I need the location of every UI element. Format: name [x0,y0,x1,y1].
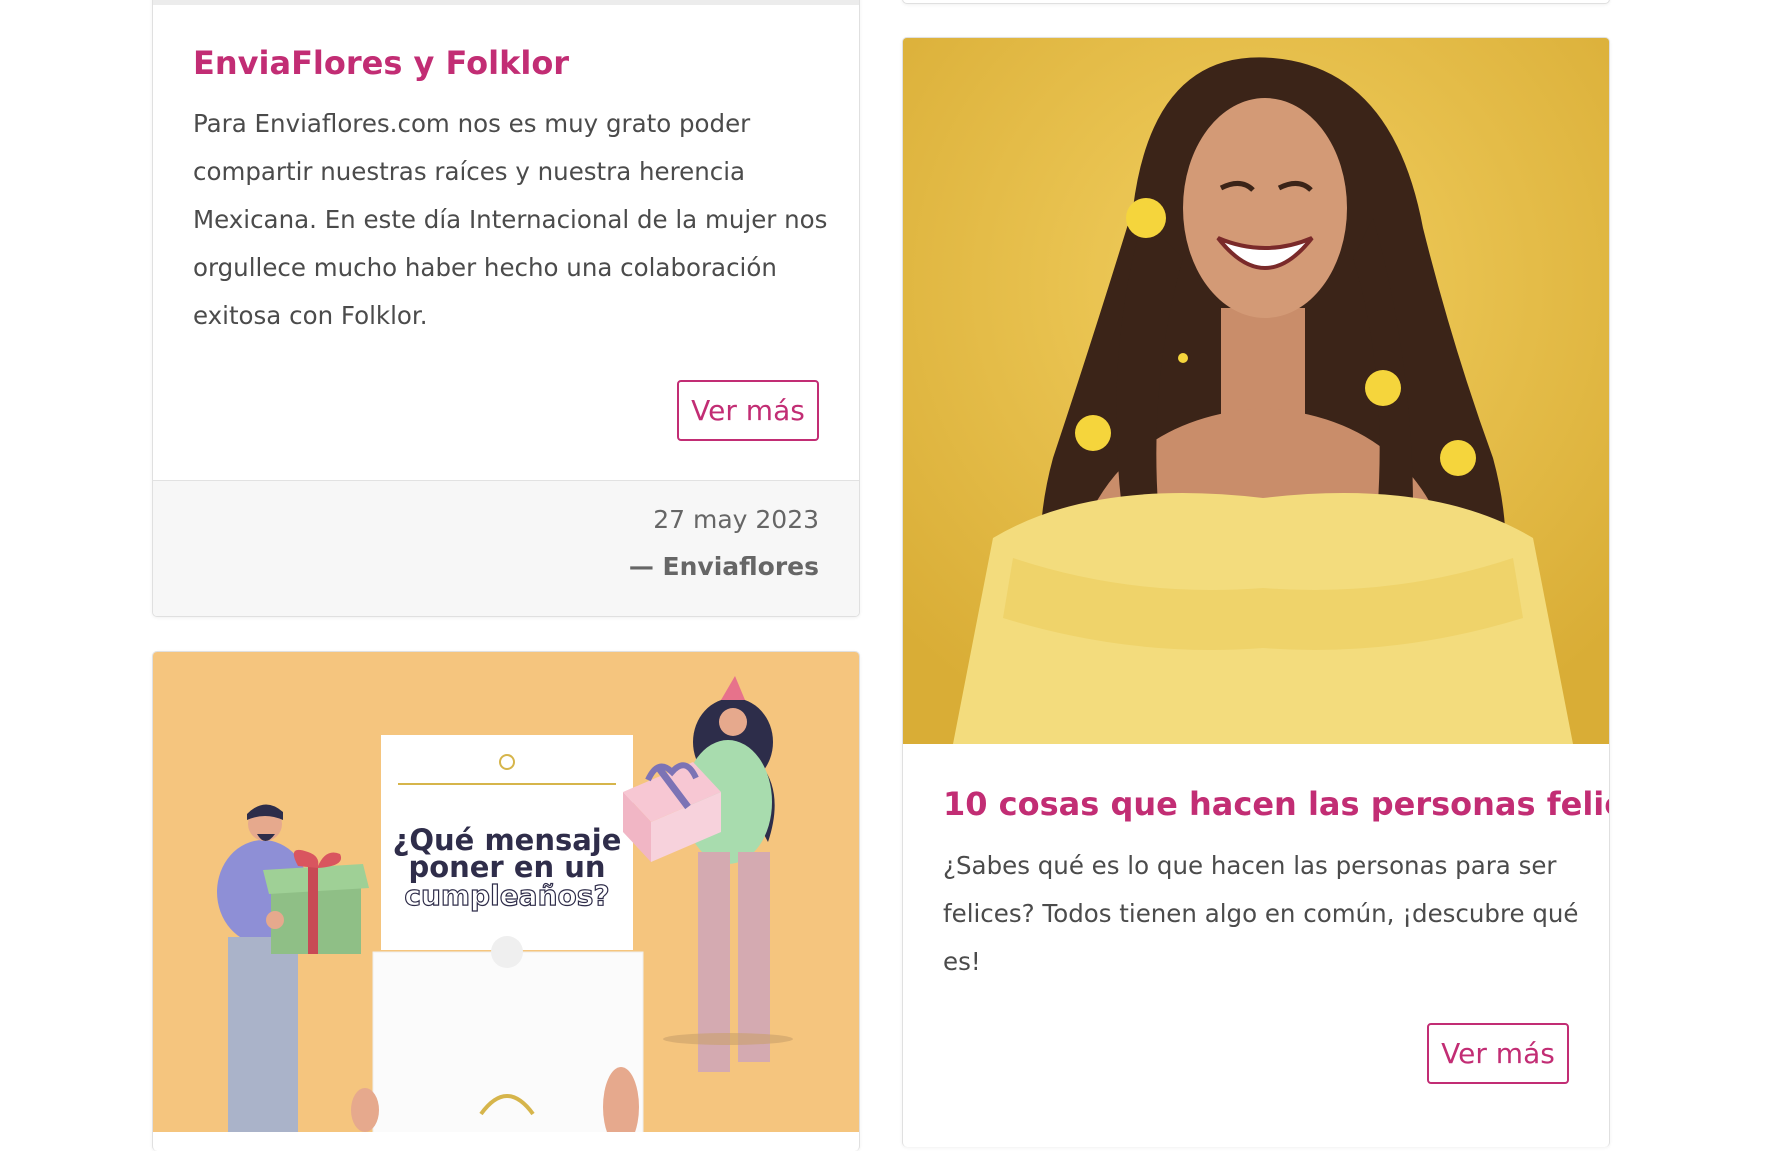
happy-woman-photo [903,38,1609,744]
flower-icon [1440,440,1476,476]
card-image-edge [153,0,859,5]
post-title[interactable]: 10 cosas que hacen las personas felices [943,784,1609,824]
post-card-folklor: EnviaFlores y Folklor Para Enviaflores.c… [152,0,860,617]
woman-leg-right [738,852,770,1062]
flower-icon [1365,370,1401,406]
post-card-cumpleanos: ¿Qué mensaje poner en un cumpleaños? [152,651,860,1151]
woman-head [719,708,747,736]
envelope-card [372,951,644,1132]
post-date: 27 may 2023 [653,505,819,534]
ver-mas-button[interactable]: Ver más [1427,1023,1569,1084]
man-legs [228,937,298,1132]
card-footer: 27 may 2023 — Enviaflores [153,480,859,616]
post-card-felices: 10 cosas que hacen las personas felices … [902,37,1610,1147]
post-image[interactable] [903,38,1609,744]
face [1183,98,1347,318]
birthday-illustration: ¿Qué mensaje poner en un cumpleaños? [217,676,793,1132]
post-author: — Enviaflores [628,552,819,581]
post-excerpt: ¿Sabes qué es lo que hacen las personas … [943,851,1579,976]
post-image[interactable]: ¿Qué mensaje poner en un cumpleaños? [153,652,859,1132]
ver-mas-button[interactable]: Ver más [677,380,819,441]
neck [1221,308,1305,418]
flower-icon [1075,415,1111,451]
image-text-line3: cumpleaños? [404,879,609,912]
post-excerpt: Para Enviaflores.com nos es muy grato po… [193,109,828,330]
post-card-partial [902,0,1610,4]
flower-icon [1126,198,1166,238]
party-hat [721,676,745,700]
post-title[interactable]: EnviaFlores y Folklor [193,43,569,83]
